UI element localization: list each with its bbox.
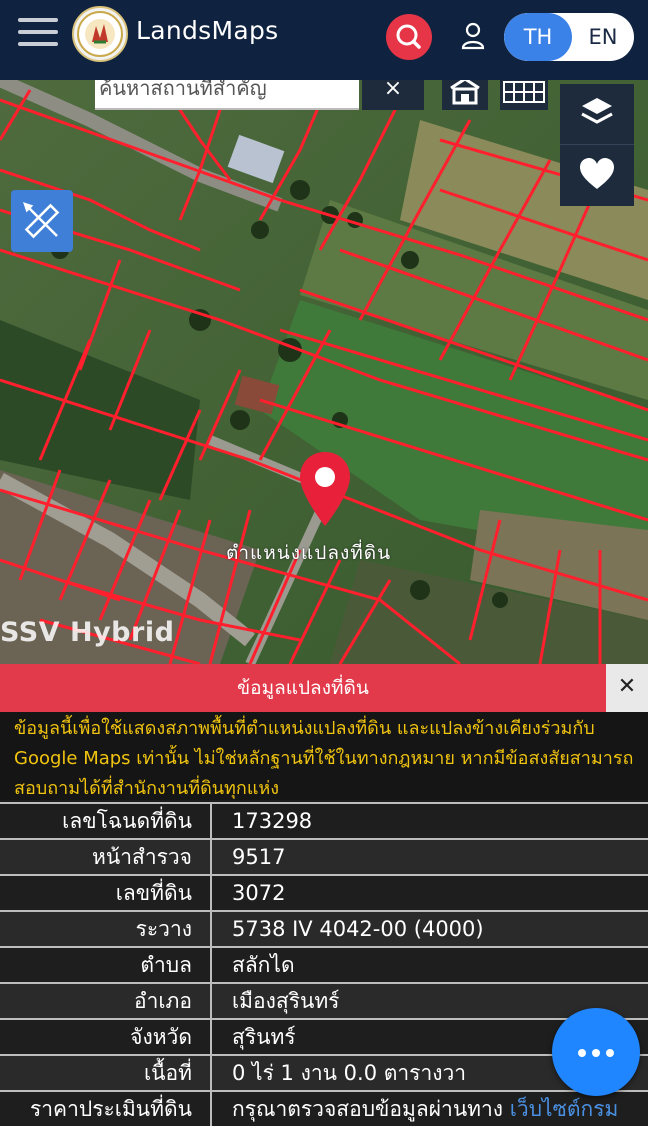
table-row: เลขโฉนดที่ดิน 173298	[0, 802, 648, 839]
ruler-pencil-icon	[23, 202, 60, 239]
table-row: อำเภอ เมืองสุรินทร์	[0, 982, 648, 1019]
parcel-info-title: ข้อมูลแปลงที่ดิน	[0, 664, 606, 712]
survey-page-value: 9517	[211, 838, 648, 875]
province-label: จังหวัด	[0, 1018, 212, 1055]
user-icon	[461, 22, 485, 50]
grid-button[interactable]	[500, 80, 548, 110]
disclaimer-text: ข้อมูลนี้เพื่อใช้แสดงสภาพพื้นที่ตำแหน่งแ…	[0, 712, 648, 800]
language-toggle[interactable]: TH EN	[504, 13, 634, 61]
layers-icon	[581, 98, 613, 124]
land-number-label: เลขที่ดิน	[0, 874, 212, 911]
measure-tool-button[interactable]	[11, 190, 73, 252]
search-button[interactable]	[386, 14, 432, 60]
subdistrict-value: สลักได	[211, 946, 648, 983]
appraisal-price-label: ราคาประเมินที่ดิน	[0, 1090, 212, 1126]
table-row: หน้าสำรวจ 9517	[0, 838, 648, 875]
map-sheet-label: ระวาง	[0, 910, 212, 947]
table-row: ระวาง 5738 IV 4042-00 (4000)	[0, 910, 648, 947]
table-row: ตำบล สลักได	[0, 946, 648, 983]
more-dots-icon	[578, 1049, 586, 1057]
place-search-input[interactable]: ค้นหาสถานที่สำคัญ	[95, 80, 359, 110]
search-icon	[396, 24, 421, 49]
table-row: เลขที่ดิน 3072	[0, 874, 648, 911]
area-label: เนื้อที่	[0, 1054, 212, 1091]
imagery-layer-label: SSV Hybrid	[0, 617, 175, 648]
table-row: ราคาประเมินที่ดิน กรุณาตรวจสอบข้อมูลผ่าน…	[0, 1090, 648, 1126]
survey-page-label: หน้าสำรวจ	[0, 838, 212, 875]
map-side-controls	[560, 84, 634, 206]
lang-th-option[interactable]: TH	[504, 13, 572, 61]
location-pin-icon[interactable]	[296, 450, 354, 530]
district-label: อำเภอ	[0, 982, 212, 1019]
clear-search-button[interactable]: ×	[362, 80, 424, 110]
table-row: เนื้อที่ 0 ไร่ 1 งาน 0.0 ตารางวา	[0, 1054, 648, 1091]
lang-en-option[interactable]: EN	[572, 13, 634, 61]
deed-number-value: 173298	[211, 802, 648, 839]
parcel-info-table: เลขโฉนดที่ดิน 173298 หน้าสำรวจ 9517 เลขท…	[0, 802, 648, 1126]
close-panel-button[interactable]: ✕	[606, 664, 648, 712]
map-sheet-value: 5738 IV 4042-00 (4000)	[211, 910, 648, 947]
grid-icon	[503, 81, 545, 103]
more-options-button[interactable]	[552, 1008, 640, 1096]
menu-icon[interactable]	[18, 18, 58, 48]
layers-button[interactable]	[560, 84, 634, 144]
heart-icon	[580, 158, 614, 189]
land-number-value: 3072	[211, 874, 648, 911]
department-seal-logo[interactable]	[72, 6, 128, 62]
building-icon	[450, 80, 480, 105]
app-title: LandsMaps	[136, 16, 279, 45]
table-row: จังหวัด สุรินทร์	[0, 1018, 648, 1055]
parcel-location-label: ตำแหน่งแปลงที่ดิน	[226, 542, 392, 564]
map-imagery	[0, 80, 648, 664]
appraisal-price-value: กรุณาตรวจสอบข้อมูลผ่านทาง เว็บไซต์กรม	[211, 1090, 648, 1126]
top-app-bar: LandsMaps TH EN	[0, 0, 648, 80]
favorites-button[interactable]	[560, 144, 634, 205]
appraisal-note: กรุณาตรวจสอบข้อมูลผ่านทาง	[232, 1096, 504, 1121]
user-account-button[interactable]	[456, 18, 490, 54]
deed-number-label: เลขโฉนดที่ดิน	[0, 802, 212, 839]
subdistrict-label: ตำบล	[0, 946, 212, 983]
home-button[interactable]	[442, 80, 488, 110]
department-website-link[interactable]: เว็บไซต์กรม	[510, 1097, 619, 1121]
satellite-map[interactable]: ค้นหาสถานที่สำคัญ × ตำแหน่งแปลงที่ดิน SS…	[0, 80, 648, 664]
